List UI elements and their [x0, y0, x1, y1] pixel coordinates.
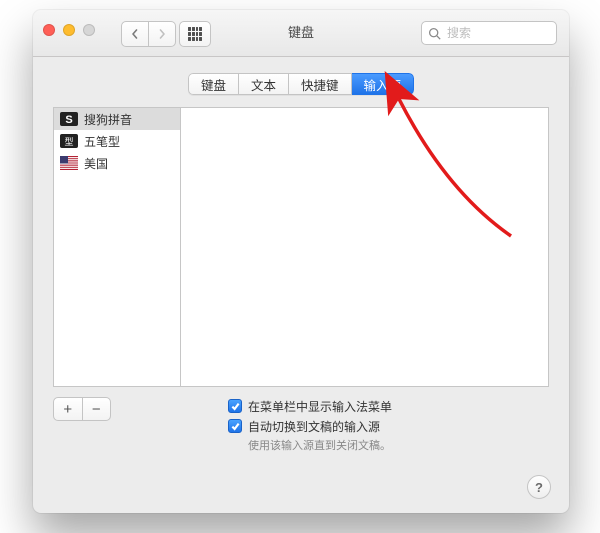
sogou-icon: S — [60, 112, 78, 126]
help-button[interactable]: ? — [527, 475, 551, 499]
input-source-list[interactable]: S 搜狗拼音型 五笔型美国 — [53, 107, 181, 387]
option-auto-switch[interactable]: 自动切换到文稿的输入源 — [228, 416, 392, 436]
input-source-preview — [181, 107, 549, 387]
checkbox-checked-icon — [228, 419, 242, 433]
tab-3[interactable]: 输入源 — [352, 73, 415, 95]
search-icon — [428, 27, 441, 40]
svg-text:型: 型 — [64, 137, 73, 147]
search-input[interactable] — [445, 25, 569, 41]
grid-icon — [188, 27, 202, 41]
chevron-left-icon — [130, 29, 140, 39]
tab-bar: 键盘文本快捷键输入源 — [33, 73, 569, 95]
zoom-window-button[interactable] — [83, 24, 95, 36]
us-flag-icon — [60, 156, 78, 170]
window-controls — [43, 24, 95, 36]
options-block: 在菜单栏中显示输入法菜单 自动切换到文稿的输入源 使用该输入源直到关闭文稿。 — [228, 396, 392, 453]
tab-0[interactable]: 键盘 — [188, 73, 239, 95]
input-source-label: 搜狗拼音 — [84, 111, 132, 128]
svg-text:S: S — [65, 114, 72, 126]
titlebar: 键盘 — [33, 10, 569, 57]
wubi-icon: 型 — [60, 134, 78, 148]
option-show-in-menubar[interactable]: 在菜单栏中显示输入法菜单 — [228, 396, 392, 416]
forward-button[interactable] — [149, 21, 176, 47]
input-source-row[interactable]: S 搜狗拼音 — [54, 108, 180, 130]
show-all-button[interactable] — [179, 21, 211, 47]
input-source-label: 美国 — [84, 155, 108, 172]
remove-source-button[interactable]: − — [82, 398, 111, 420]
option-label: 在菜单栏中显示输入法菜单 — [248, 398, 392, 415]
minimize-window-button[interactable] — [63, 24, 75, 36]
add-remove-control: + − — [53, 397, 111, 421]
tab-2[interactable]: 快捷键 — [289, 73, 352, 95]
input-source-label: 五笔型 — [84, 133, 120, 150]
content-pane: S 搜狗拼音型 五笔型美国 — [53, 107, 549, 387]
preferences-window: 键盘 键盘文本快捷键输入源 S搜狗拼音型五笔型美国 + − 在菜单栏中显示输入法… — [33, 10, 569, 513]
checkbox-checked-icon — [228, 399, 242, 413]
add-source-button[interactable]: + — [54, 398, 82, 420]
back-button[interactable] — [121, 21, 149, 47]
tab-1[interactable]: 文本 — [239, 73, 289, 95]
option-label: 自动切换到文稿的输入源 — [248, 418, 380, 435]
nav-buttons — [121, 21, 176, 47]
search-field[interactable] — [421, 21, 557, 45]
option-hint: 使用该输入源直到关闭文稿。 — [248, 437, 392, 453]
close-window-button[interactable] — [43, 24, 55, 36]
chevron-right-icon — [157, 29, 167, 39]
input-source-row[interactable]: 型 五笔型 — [54, 130, 180, 152]
input-source-row[interactable]: 美国 — [54, 152, 180, 174]
